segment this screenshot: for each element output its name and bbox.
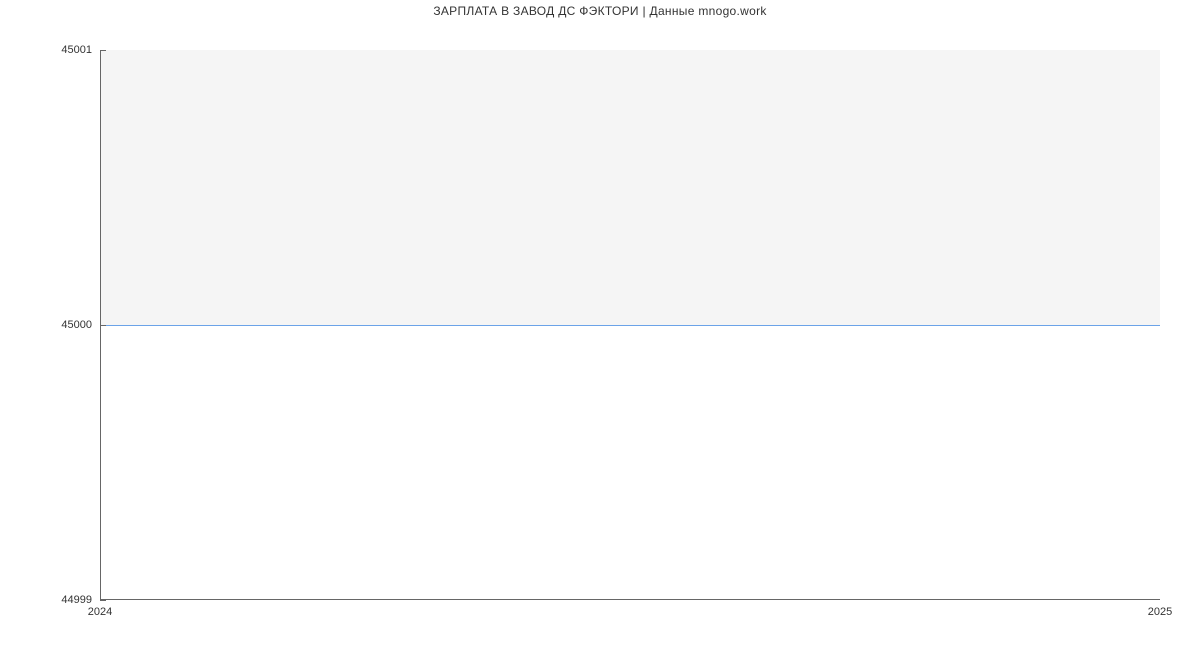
plot-area	[100, 50, 1160, 600]
plot-wrap: 45001 45000 44999 2024 2025	[100, 50, 1160, 600]
x-tick-right: 2025	[1148, 600, 1172, 618]
chart-title: ЗАРПЛАТА В ЗАВОД ДС ФЭКТОРИ | Данные mno…	[0, 0, 1200, 18]
chart-container: ЗАРПЛАТА В ЗАВОД ДС ФЭКТОРИ | Данные mno…	[0, 0, 1200, 650]
y-tick-top: 45001	[61, 44, 100, 56]
series-line	[101, 325, 1160, 326]
y-tick-mid: 45000	[61, 319, 100, 331]
x-tick-left: 2024	[88, 600, 112, 618]
